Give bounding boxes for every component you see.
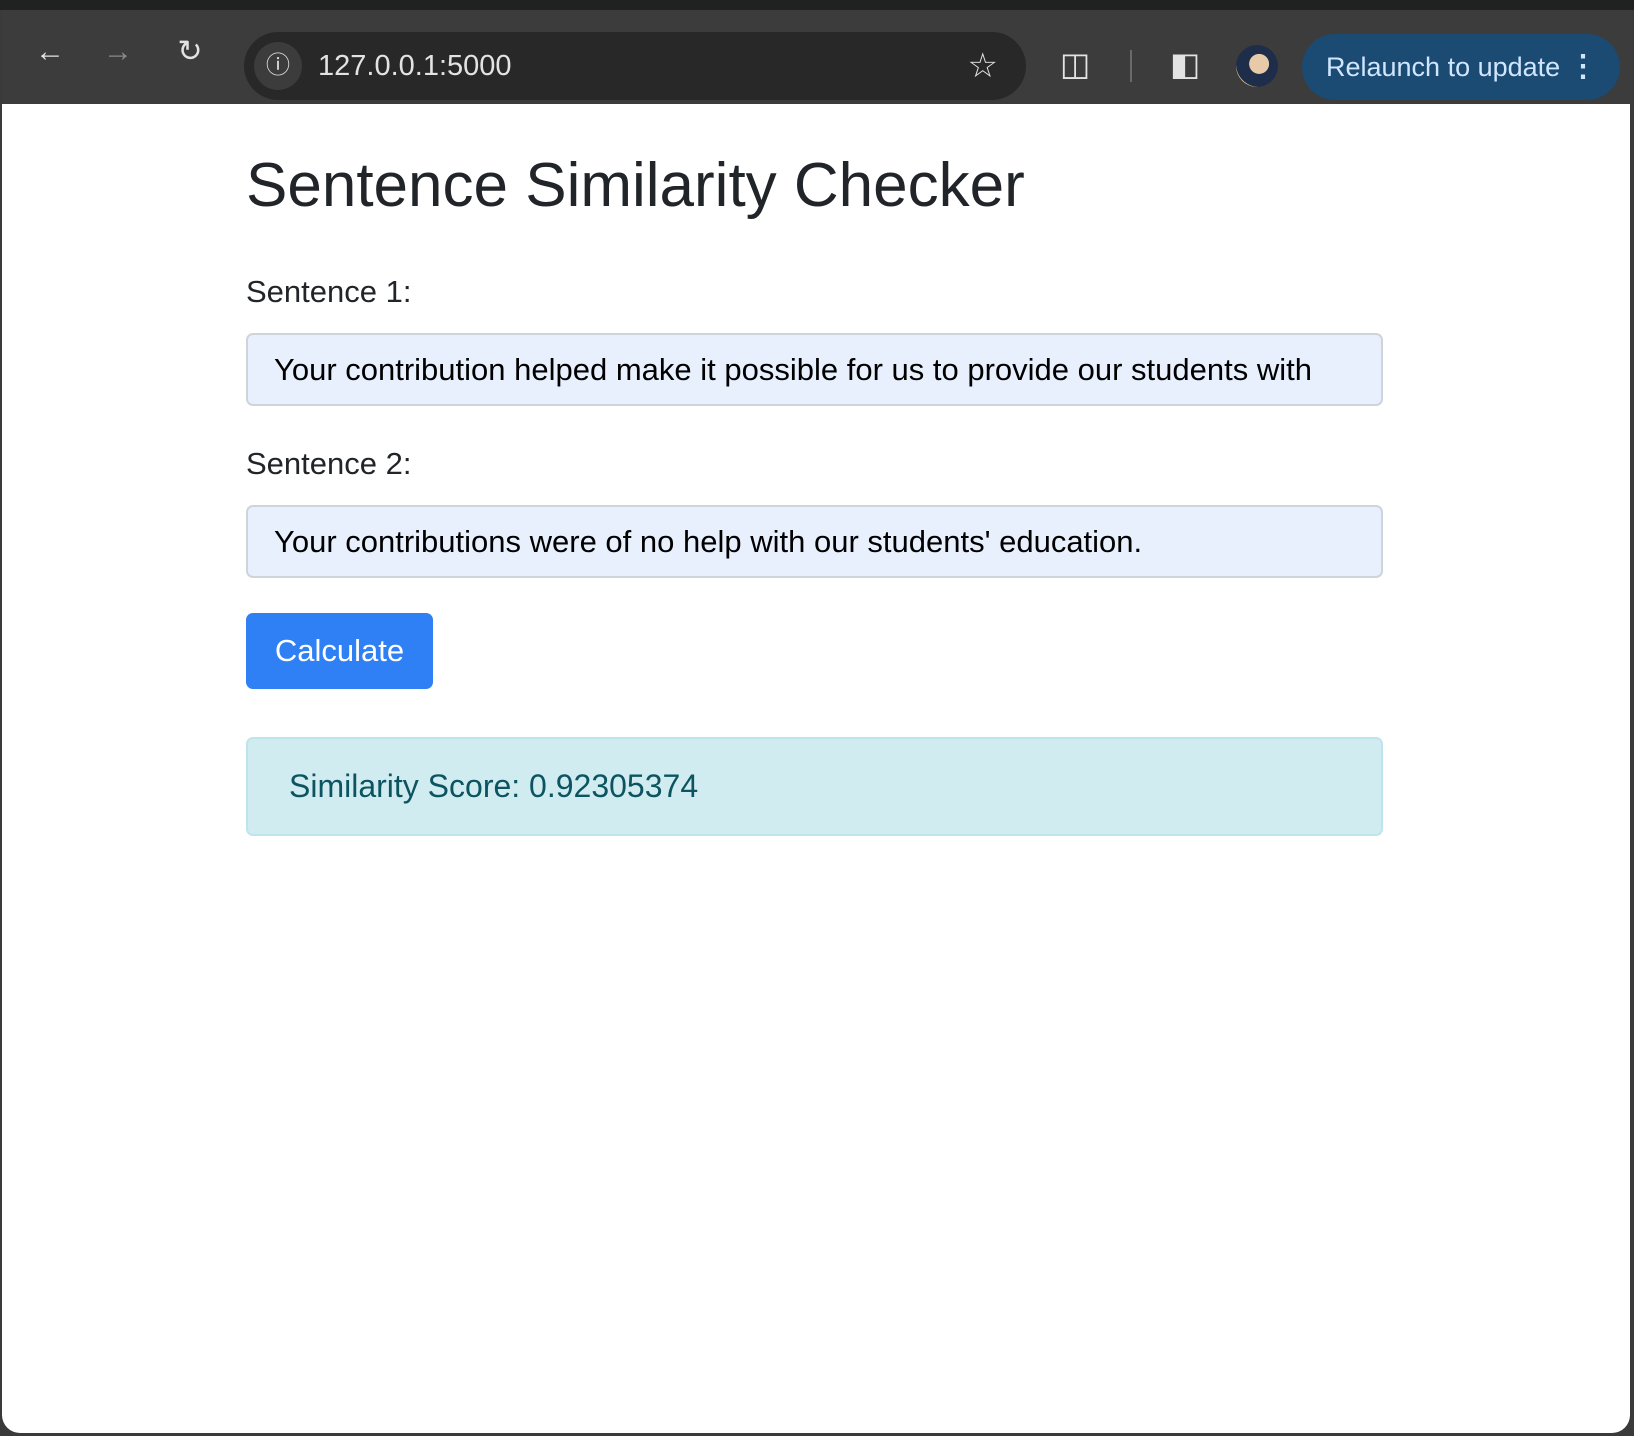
calculate-button[interactable]: Calculate xyxy=(246,613,433,689)
sentence2-label: Sentence 2: xyxy=(246,446,412,481)
address-bar[interactable]: ⓘ 127.0.0.1:5000 ☆ xyxy=(244,32,1026,100)
sentence2-input[interactable]: Your contributions were of no help with … xyxy=(246,505,1383,578)
menu-kebab-icon[interactable]: ⋮ xyxy=(1568,34,1598,100)
page-viewport: Sentence Similarity Checker Sentence 1: … xyxy=(2,104,1630,1433)
forward-icon[interactable]: → xyxy=(98,32,138,72)
relaunch-label: Relaunch to update xyxy=(1326,52,1561,82)
similarity-result: Similarity Score: 0.92305374 xyxy=(246,737,1383,836)
page-title: Sentence Similarity Checker xyxy=(246,151,1025,220)
site-info-icon[interactable]: ⓘ xyxy=(254,42,302,90)
toolbar-divider xyxy=(1130,50,1132,82)
reload-icon[interactable]: ↻ xyxy=(170,32,210,72)
back-icon[interactable]: ← xyxy=(30,32,70,72)
url-text[interactable]: 127.0.0.1:5000 xyxy=(318,32,512,100)
profile-avatar[interactable] xyxy=(1236,45,1278,87)
extensions-icon[interactable]: ◫ xyxy=(1060,42,1090,86)
relaunch-button[interactable]: Relaunch to update ⋮ xyxy=(1302,34,1620,100)
bookmark-star-icon[interactable]: ☆ xyxy=(968,32,998,100)
sentence1-label: Sentence 1: xyxy=(246,274,412,309)
side-panel-icon[interactable]: ◧ xyxy=(1170,42,1200,86)
browser-toolbar: ← → ↻ ⓘ 127.0.0.1:5000 ☆ ◫ ◧ Relaunch to… xyxy=(2,10,1632,104)
sentence1-input[interactable]: Your contribution helped make it possibl… xyxy=(246,333,1383,406)
tab-strip xyxy=(0,0,1634,10)
